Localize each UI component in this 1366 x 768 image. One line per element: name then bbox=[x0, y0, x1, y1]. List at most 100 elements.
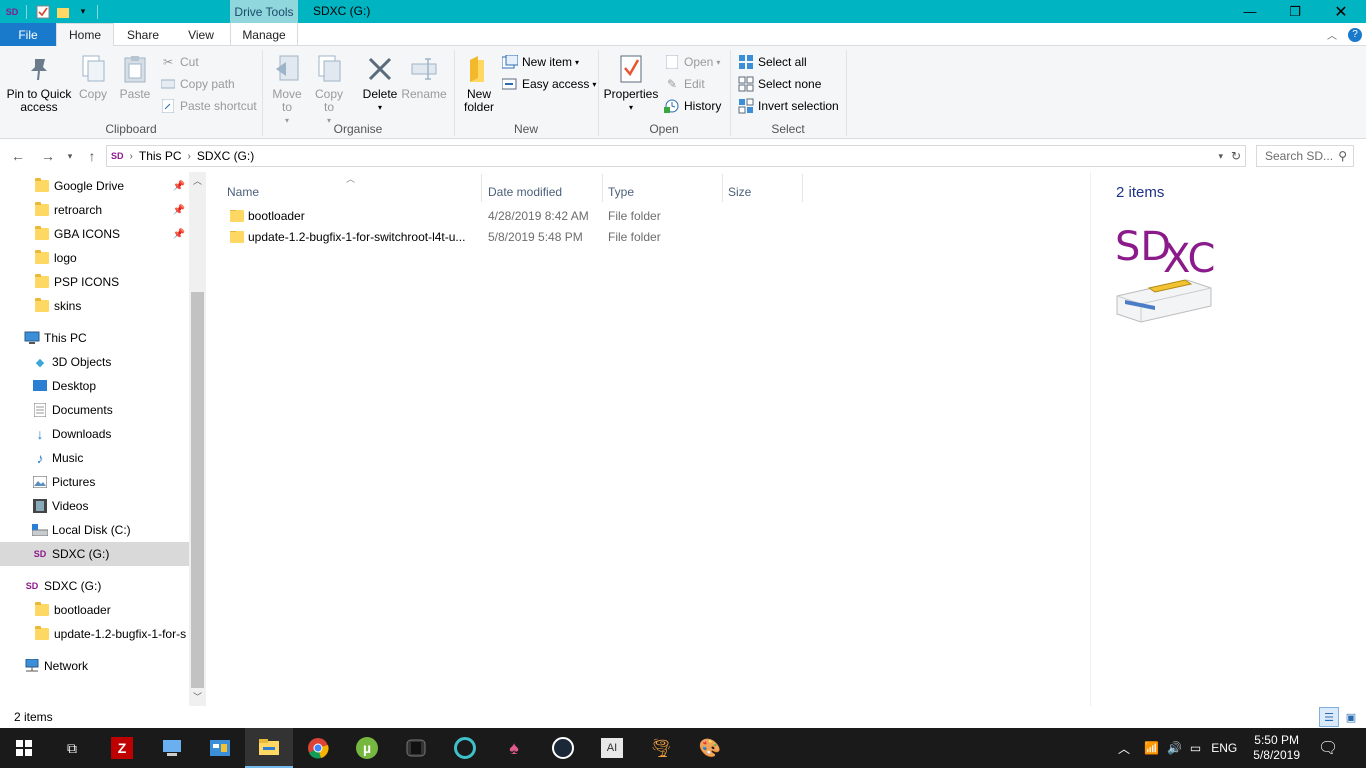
help-icon[interactable]: ? bbox=[1346, 23, 1364, 46]
properties-button[interactable]: Properties ▾ bbox=[604, 52, 658, 114]
breadcrumb-this-pc[interactable]: This PC bbox=[139, 149, 182, 163]
properties-icon[interactable] bbox=[35, 4, 51, 20]
task-view-icon[interactable]: ⧉ bbox=[48, 728, 96, 768]
nav-item-this-pc[interactable]: This PC bbox=[0, 326, 189, 350]
pin-quick-access-button[interactable]: Pin to Quick access bbox=[6, 52, 72, 114]
column-header-size[interactable]: Size bbox=[722, 180, 802, 204]
edit-button[interactable]: ✎ Edit bbox=[664, 74, 705, 94]
details-view-icon[interactable]: ☰ bbox=[1319, 707, 1339, 727]
new-folder-icon[interactable] bbox=[55, 4, 71, 20]
pin-icon[interactable]: 📌 bbox=[173, 229, 185, 240]
open-button[interactable]: Open ▾ bbox=[664, 52, 720, 72]
easy-access-button[interactable]: Easy access ▾ bbox=[502, 74, 596, 94]
file-row[interactable]: bootloader 4/28/2019 8:42 AM File folder bbox=[226, 205, 786, 226]
copy-to-button[interactable]: Copy to ▾ bbox=[312, 52, 346, 127]
nav-item-sdxc-drive[interactable]: SD SDXC (G:) bbox=[0, 574, 189, 598]
address-bar[interactable]: SD › This PC › SDXC (G:) ▾ ↻ bbox=[106, 145, 1246, 167]
nav-item-logo[interactable]: logo bbox=[0, 246, 189, 270]
tab-share[interactable]: Share bbox=[114, 23, 172, 46]
delete-button[interactable]: Delete ▾ bbox=[360, 52, 400, 114]
rename-button[interactable]: Rename bbox=[401, 52, 447, 101]
playstation-icon[interactable]: ♠ bbox=[490, 728, 538, 768]
nav-item-local-disk[interactable]: Local Disk (C:) bbox=[0, 518, 189, 542]
scroll-down-icon[interactable]: ﹀ bbox=[189, 688, 206, 705]
minimize-icon[interactable]: — bbox=[1227, 0, 1273, 23]
large-icons-view-icon[interactable]: ▣ bbox=[1341, 707, 1361, 727]
nav-item-downloads[interactable]: ↓ Downloads bbox=[0, 422, 189, 446]
nav-item-gba-icons[interactable]: GBA ICONS 📌 bbox=[0, 222, 189, 246]
invert-selection-button[interactable]: Invert selection bbox=[738, 96, 839, 116]
nav-item-network[interactable]: Network bbox=[0, 654, 189, 678]
close-icon[interactable]: ✕ bbox=[1318, 0, 1364, 23]
history-button[interactable]: History bbox=[664, 96, 721, 116]
search-input[interactable]: Search SD... ⚲ bbox=[1256, 145, 1354, 167]
scroll-up-icon[interactable]: ︿ bbox=[189, 172, 206, 189]
select-all-button[interactable]: Select all bbox=[738, 52, 807, 72]
clock[interactable]: 5:50 PM 5/8/2019 bbox=[1253, 733, 1300, 763]
pin-icon[interactable]: 📌 bbox=[173, 181, 185, 192]
battery-icon[interactable]: ▭ bbox=[1190, 741, 1201, 755]
address-dropdown-icon[interactable]: ▾ bbox=[1218, 151, 1223, 162]
recent-locations-icon[interactable]: ▾ bbox=[62, 146, 78, 166]
copy-button[interactable]: Copy bbox=[76, 52, 110, 101]
paste-shortcut-button[interactable]: Paste shortcut bbox=[160, 96, 257, 116]
nav-item-retroarch[interactable]: retroarch 📌 bbox=[0, 198, 189, 222]
nav-item-psp-icons[interactable]: PSP ICONS bbox=[0, 270, 189, 294]
nav-item-videos[interactable]: Videos bbox=[0, 494, 189, 518]
cut-button[interactable]: ✂ Cut bbox=[160, 52, 199, 72]
steam-icon[interactable] bbox=[539, 728, 587, 768]
column-header-date[interactable]: Date modified bbox=[482, 180, 602, 204]
file-row[interactable]: update-1.2-bugfix-1-for-switchroot-l4t-u… bbox=[226, 226, 786, 247]
scrollbar-thumb[interactable] bbox=[191, 292, 204, 688]
minimize-ribbon-icon[interactable]: ︿ bbox=[1322, 23, 1342, 46]
nav-item-3d-objects[interactable]: ◆ 3D Objects bbox=[0, 350, 189, 374]
notifications-icon[interactable]: 🗨 bbox=[1318, 738, 1338, 758]
control-panel-icon[interactable] bbox=[196, 728, 244, 768]
move-to-button[interactable]: Move to ▾ bbox=[270, 52, 304, 127]
back-arrow-icon[interactable]: ← bbox=[8, 146, 28, 166]
nav-item-sdxc-selected[interactable]: SD SDXC (G:) bbox=[0, 542, 189, 566]
copy-path-button[interactable]: Copy path bbox=[160, 74, 235, 94]
ai-icon[interactable]: AI bbox=[588, 728, 636, 768]
show-hidden-icons-icon[interactable]: ︿ bbox=[1118, 740, 1130, 757]
language-indicator[interactable]: ENG bbox=[1211, 741, 1237, 755]
nav-item-skins[interactable]: skins bbox=[0, 294, 189, 318]
tab-file[interactable]: File bbox=[0, 23, 56, 46]
new-folder-button[interactable]: New folder bbox=[460, 52, 498, 114]
up-arrow-icon[interactable]: ↑ bbox=[82, 146, 102, 166]
nav-item-desktop[interactable]: Desktop bbox=[0, 374, 189, 398]
forward-arrow-icon[interactable]: → bbox=[38, 146, 58, 166]
app-icon[interactable] bbox=[441, 728, 489, 768]
chrome-icon[interactable] bbox=[294, 728, 342, 768]
breadcrumb-sdxc[interactable]: SDXC (G:) bbox=[197, 149, 254, 163]
utorrent-icon[interactable]: µ bbox=[343, 728, 391, 768]
qat-dropdown-icon[interactable]: ▾ bbox=[75, 4, 91, 20]
paint-icon[interactable]: 🎨 bbox=[686, 728, 734, 768]
nav-item-update-folder[interactable]: update-1.2-bugfix-1-for-s bbox=[0, 622, 189, 646]
refresh-icon[interactable]: ↻ bbox=[1231, 149, 1241, 163]
new-item-button[interactable]: New item ▾ bbox=[502, 52, 579, 72]
nav-item-bootloader[interactable]: bootloader bbox=[0, 598, 189, 622]
file-explorer-icon[interactable] bbox=[245, 728, 293, 768]
tab-home[interactable]: Home bbox=[56, 23, 114, 47]
filezilla-icon[interactable]: Z bbox=[98, 728, 146, 768]
tornado-icon[interactable]: 🌪 bbox=[637, 728, 685, 768]
nav-item-documents[interactable]: Documents bbox=[0, 398, 189, 422]
column-header-type[interactable]: Type bbox=[602, 180, 722, 204]
pin-icon[interactable]: 📌 bbox=[173, 205, 185, 216]
nav-item-music[interactable]: ♪ Music bbox=[0, 446, 189, 470]
tab-view[interactable]: View bbox=[172, 23, 230, 46]
tab-manage[interactable]: Manage bbox=[230, 23, 298, 46]
column-header-name[interactable]: Name bbox=[221, 180, 481, 204]
navigation-scrollbar[interactable]: ︿ ﹀ bbox=[189, 172, 206, 706]
this-pc-icon[interactable] bbox=[148, 728, 196, 768]
volume-icon[interactable]: 🔊 bbox=[1167, 741, 1182, 755]
select-none-button[interactable]: Select none bbox=[738, 74, 821, 94]
nav-item-google-drive[interactable]: Google Drive 📌 bbox=[0, 174, 189, 198]
switch-icon[interactable] bbox=[392, 728, 440, 768]
wifi-icon[interactable]: 📶 bbox=[1144, 741, 1159, 755]
paste-button[interactable]: Paste bbox=[118, 52, 152, 101]
restore-icon[interactable]: ❐ bbox=[1272, 0, 1318, 23]
nav-item-pictures[interactable]: Pictures bbox=[0, 470, 189, 494]
start-icon[interactable] bbox=[0, 728, 48, 768]
